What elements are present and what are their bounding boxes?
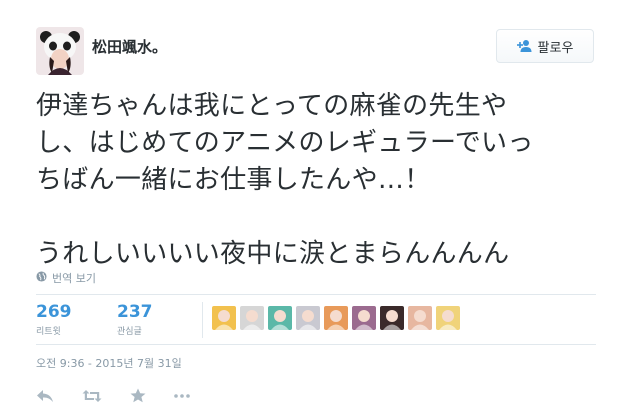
favoriter-avatar[interactable] [352, 306, 376, 330]
retweet-label: 리트윗 [36, 327, 61, 337]
more-icon[interactable] [174, 393, 190, 398]
favoriter-avatar[interactable] [324, 306, 348, 330]
favorite-icon[interactable] [130, 388, 146, 403]
add-user-icon [516, 39, 533, 53]
follow-button-label: 팔로우 [537, 40, 574, 56]
favoriter-avatar[interactable] [240, 306, 264, 330]
tweet-text-line: 伊達ちゃんは我にとっての麻雀の先生や [36, 91, 508, 121]
tweet-timestamp[interactable]: 오전 9:36 - 2015년 7월 31일 [36, 355, 182, 371]
favoriter-avatar[interactable] [436, 306, 460, 330]
tweet-text-line: うれしいいいい夜中に涙とまらんんんん [36, 239, 510, 269]
favorite-stat[interactable]: 237 관심글 [117, 302, 153, 337]
stats-separator [202, 302, 203, 338]
favoriter-avatar[interactable] [212, 306, 236, 330]
favorite-label: 관심글 [117, 327, 142, 337]
favoriter-avatar[interactable] [380, 306, 404, 330]
avatar[interactable] [36, 27, 84, 75]
divider [36, 344, 596, 345]
favoriter-avatars [212, 306, 460, 330]
display-name[interactable]: 松田颯水。 [92, 36, 167, 57]
favoriter-avatar[interactable] [296, 306, 320, 330]
tweet-text-line: ちばん一緒にお仕事したんや…！ [36, 165, 431, 195]
favoriter-avatar[interactable] [268, 306, 292, 330]
favoriter-avatar[interactable] [408, 306, 432, 330]
retweet-stat[interactable]: 269 리트윗 [36, 302, 72, 337]
tweet-text: 伊達ちゃんは我にとっての麻雀の先生や し、はじめてのアニメのレギュラーでいっ ち… [36, 88, 596, 273]
divider [36, 294, 596, 295]
retweet-icon[interactable] [82, 389, 102, 403]
favorite-count: 237 [117, 302, 153, 322]
follow-button[interactable]: 팔로우 [496, 29, 594, 63]
reply-icon[interactable] [36, 389, 54, 403]
tweet-text-gap [36, 199, 596, 236]
tweet-actions [36, 388, 190, 403]
translate-link[interactable]: 번역 보기 [36, 270, 96, 286]
translate-label: 번역 보기 [52, 272, 96, 285]
globe-icon [36, 271, 47, 285]
retweet-count: 269 [36, 302, 72, 322]
tweet-text-line: し、はじめてのアニメのレギュラーでいっ [36, 128, 534, 158]
